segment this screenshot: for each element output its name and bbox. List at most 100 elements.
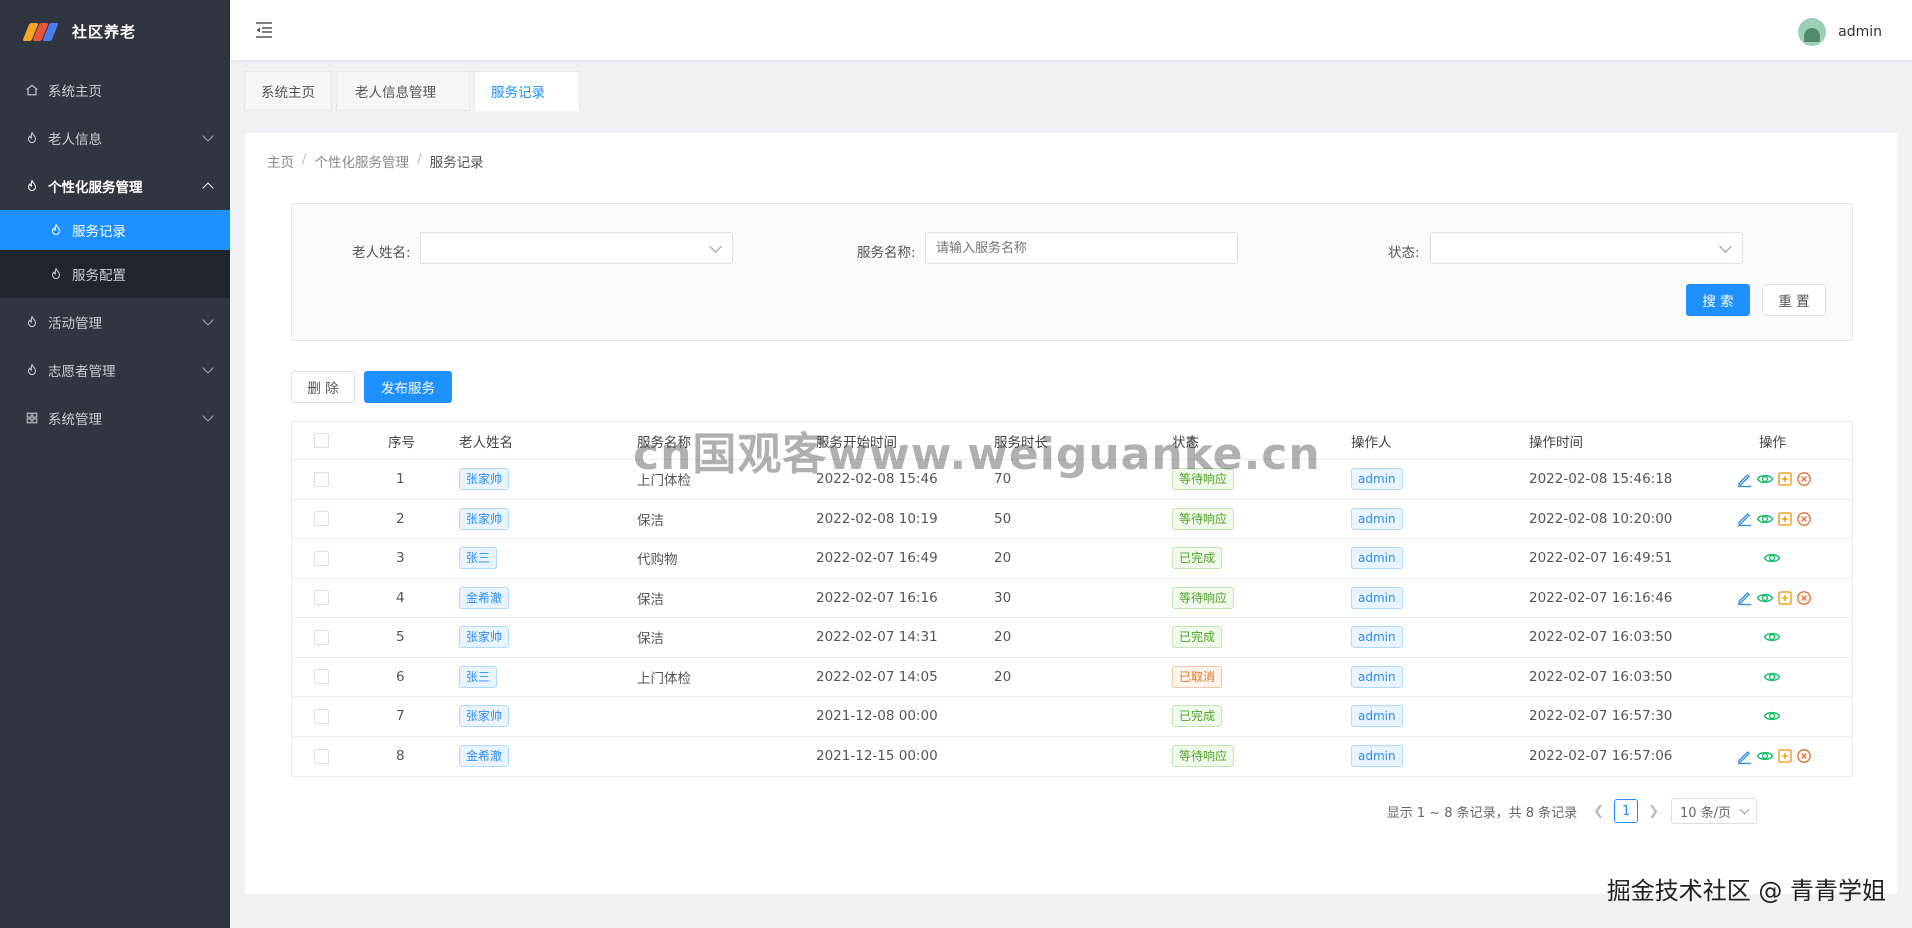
cell-op-time: 2022-02-08 10:20:00	[1529, 510, 1673, 527]
sidebar-item-service-records[interactable]: 服务记录	[0, 210, 230, 250]
view-icon[interactable]	[1756, 511, 1774, 527]
add-icon[interactable]	[1777, 511, 1793, 527]
cancel-icon[interactable]	[1796, 590, 1812, 606]
tab-service-records[interactable]: 服务记录	[474, 71, 580, 111]
view-icon[interactable]	[1756, 590, 1774, 606]
status-select[interactable]	[1430, 232, 1743, 264]
sidebar-item-elder-info[interactable]: 老人信息	[0, 114, 230, 162]
chevron-up-icon	[202, 182, 214, 194]
cell-no: 5	[396, 629, 405, 646]
prev-page-icon[interactable]: ❮	[1589, 804, 1608, 819]
breadcrumb-home[interactable]: 主页	[267, 151, 294, 171]
cell-no: 3	[396, 550, 405, 567]
cancel-icon[interactable]	[1796, 471, 1812, 487]
home-icon	[24, 82, 40, 98]
add-icon[interactable]	[1777, 748, 1793, 764]
cell-no: 7	[396, 708, 405, 725]
chevron-down-icon	[202, 362, 214, 374]
cancel-icon[interactable]	[1796, 511, 1812, 527]
service-name-input[interactable]	[925, 232, 1238, 264]
column-header: 操作时间	[1529, 434, 1583, 451]
chevron-down-icon	[1719, 240, 1732, 253]
elder-name-tag: 张家帅	[459, 468, 510, 491]
pagination: 显示 1 ~ 8 条记录，共 8 条记录 ❮ 1 ❯ 10 条/页	[1387, 798, 1757, 824]
tab-home[interactable]: 系统主页	[244, 71, 332, 111]
sidebar-item-service-config[interactable]: 服务配置	[0, 250, 230, 298]
sidebar-item-volunteer[interactable]: 志愿者管理	[0, 346, 230, 394]
view-icon[interactable]	[1763, 629, 1781, 645]
sidebar-item-personalized-service[interactable]: 个性化服务管理	[0, 162, 230, 210]
sidebar-item-system[interactable]: 系统管理	[0, 394, 230, 442]
chevron-down-icon	[202, 314, 214, 326]
table-row: 7 张家帅 2021-12-08 00:00 已完成 admin 2022-02-07 1…	[292, 697, 1852, 737]
view-icon[interactable]	[1756, 748, 1774, 764]
app-logo[interactable]: 社区养老	[0, 0, 230, 62]
tab-elder-info[interactable]: 老人信息管理	[336, 71, 470, 111]
collapse-menu-icon[interactable]	[254, 20, 274, 40]
row-checkbox[interactable]	[314, 590, 329, 606]
add-icon[interactable]	[1777, 471, 1793, 487]
next-page-icon[interactable]: ❯	[1644, 804, 1663, 819]
breadcrumb-separator: /	[417, 151, 422, 167]
main-content: 主页 / 个性化服务管理 / 服务记录 老人姓名: 服务名称: 状态: 搜 索 …	[245, 133, 1897, 894]
row-checkbox[interactable]	[314, 669, 329, 685]
table-row: 5 张家帅 保洁 2022-02-07 14:31 20 已完成 admin 2022-02-…	[292, 618, 1852, 658]
search-button[interactable]: 搜 索	[1686, 284, 1750, 316]
edit-icon[interactable]	[1736, 510, 1753, 527]
avatar	[1798, 18, 1827, 46]
status-badge: 等待响应	[1172, 507, 1235, 530]
edit-icon[interactable]	[1736, 471, 1753, 488]
status-badge: 已完成	[1172, 705, 1223, 728]
row-actions	[1736, 579, 1812, 618]
page-size-select[interactable]: 10 条/页	[1671, 798, 1757, 824]
elder-name-tag: 金希澈	[459, 745, 510, 768]
view-icon[interactable]	[1763, 550, 1781, 566]
sidebar-item-label: 志愿者管理	[48, 364, 116, 380]
view-icon[interactable]	[1763, 708, 1781, 724]
cell-duration: 20	[994, 550, 1012, 567]
sidebar-item-label: 活动管理	[48, 316, 102, 332]
app-title: 社区养老	[72, 22, 137, 41]
edit-icon[interactable]	[1736, 748, 1753, 765]
view-icon[interactable]	[1763, 669, 1781, 685]
status-label: 状态:	[1388, 245, 1420, 261]
search-panel: 老人姓名: 服务名称: 状态: 搜 索 重 置	[291, 203, 1853, 341]
breadcrumb-parent[interactable]: 个性化服务管理	[315, 151, 410, 171]
cell-op-time: 2022-02-07 16:03:50	[1529, 668, 1673, 685]
page-number[interactable]: 1	[1614, 799, 1639, 823]
status-badge: 等待响应	[1172, 745, 1235, 768]
cell-op-time: 2022-02-07 16:16:46	[1529, 589, 1673, 606]
flame-icon	[24, 130, 40, 146]
row-checkbox[interactable]	[314, 550, 329, 566]
edit-icon[interactable]	[1736, 589, 1753, 606]
add-icon[interactable]	[1777, 590, 1793, 606]
cell-start-time: 2022-02-08 10:19	[816, 510, 938, 527]
operator-tag: admin	[1351, 705, 1403, 728]
row-checkbox[interactable]	[314, 471, 329, 487]
select-all-checkbox[interactable]	[314, 433, 329, 448]
delete-button[interactable]: 删 除	[291, 371, 355, 403]
row-checkbox[interactable]	[314, 708, 329, 724]
elder-name-tag: 张家帅	[459, 507, 510, 530]
logo-icon	[22, 21, 59, 41]
sidebar: 社区养老 系统主页 老人信息 个性化服务管理 服务记录 服务配置 活动管理 志愿…	[0, 0, 230, 928]
column-header: 老人姓名	[459, 434, 513, 451]
row-actions	[1763, 658, 1781, 697]
sidebar-item-home[interactable]: 系统主页	[0, 66, 230, 114]
view-icon[interactable]	[1756, 471, 1774, 487]
row-checkbox[interactable]	[314, 511, 329, 527]
user-menu[interactable]: admin	[1798, 18, 1882, 46]
cell-no: 4	[396, 589, 405, 606]
reset-button[interactable]: 重 置	[1762, 284, 1826, 316]
elder-name-select[interactable]	[420, 232, 733, 264]
operator-tag: admin	[1351, 745, 1403, 768]
column-header: 操作	[1759, 434, 1786, 451]
row-actions	[1763, 697, 1781, 736]
row-checkbox[interactable]	[314, 748, 329, 764]
cell-start-time: 2021-12-15 00:00	[816, 748, 938, 765]
cancel-icon[interactable]	[1796, 748, 1812, 764]
top-header: admin	[230, 0, 1912, 60]
publish-service-button[interactable]: 发布服务	[364, 371, 452, 403]
row-checkbox[interactable]	[314, 629, 329, 645]
sidebar-item-activity[interactable]: 活动管理	[0, 298, 230, 346]
